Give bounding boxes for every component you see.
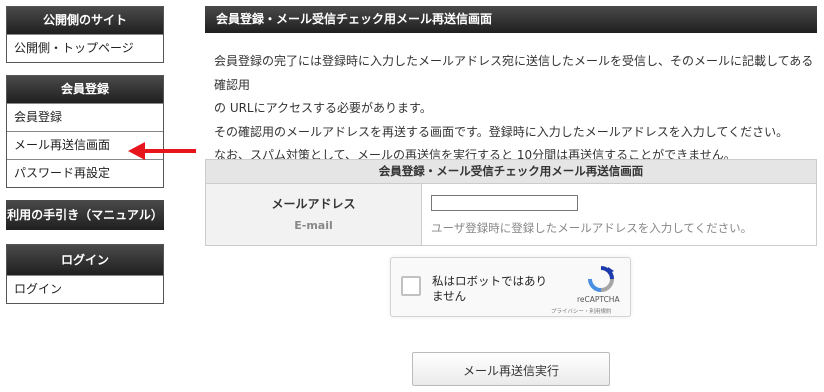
recaptcha-brand: reCAPTCHA xyxy=(577,295,620,304)
sidebar-item-public-top[interactable]: 公開側・トップページ xyxy=(7,34,163,62)
description-line: その確認用のメールアドレスを再送する画面です。登録時に入力したメールアドレスを入… xyxy=(214,124,789,139)
email-row: メールアドレス E-mail ユーザ登録時に登録したメールアドレスを入力してくだ… xyxy=(206,184,816,245)
email-field[interactable] xyxy=(431,195,578,211)
description-line: 会員登録の完了には登録時に入力したメールアドレス宛に送信したメールを受信し、その… xyxy=(214,54,814,92)
sidebar-login: ログイン ログイン xyxy=(6,244,164,304)
resend-submit-button[interactable]: メール再送信実行 xyxy=(412,352,610,386)
resend-form: 会員登録・メール受信チェック用メール再送信画面 メールアドレス E-mail ユ… xyxy=(205,159,817,246)
sidebar-heading-member: 会員登録 xyxy=(7,76,163,103)
page: 公開側のサイト 公開側・トップページ 会員登録 会員登録 メール再送信画面 パス… xyxy=(0,0,824,392)
recaptcha-label: 私はロボットではありません xyxy=(432,274,547,303)
email-hint: ユーザ登録時に登録したメールアドレスを入力してください。 xyxy=(431,221,753,235)
sidebar-heading-manual[interactable]: 利用の手引き（マニュアル） xyxy=(6,200,164,230)
sidebar-item-login[interactable]: ログイン xyxy=(7,275,163,303)
sidebar-heading-login: ログイン xyxy=(7,245,163,275)
recaptcha-links[interactable]: プライバシー・利用規約 xyxy=(551,307,611,315)
form-heading: 会員登録・メール受信チェック用メール再送信画面 xyxy=(206,160,816,184)
email-label: メールアドレス xyxy=(271,197,356,211)
recaptcha-widget: 私はロボットではありません reCAPTCHA プライバシー・利用規約 xyxy=(390,257,631,317)
recaptcha-checkbox[interactable] xyxy=(401,276,421,296)
sidebar-member: 会員登録 会員登録 メール再送信画面 パスワード再設定 xyxy=(6,75,164,188)
sidebar-manual[interactable]: 利用の手引き（マニュアル） xyxy=(6,200,164,230)
page-title: 会員登録・メール受信チェック用メール再送信画面 xyxy=(205,6,817,33)
main-content: 会員登録・メール受信チェック用メール再送信画面 会員登録の完了には登録時に入力し… xyxy=(205,6,817,246)
description: 会員登録の完了には登録時に入力したメールアドレス宛に送信したメールを受信し、その… xyxy=(214,50,817,168)
recaptcha-logo-icon xyxy=(588,266,614,292)
sidebar-item-register[interactable]: 会員登録 xyxy=(7,103,163,131)
sidebar-heading-public-site: 公開側のサイト xyxy=(7,7,163,34)
sidebar: 公開側のサイト 公開側・トップページ 会員登録 会員登録 メール再送信画面 パス… xyxy=(6,6,164,316)
email-sublabel: E-mail xyxy=(294,219,333,232)
red-arrow-icon xyxy=(128,142,196,160)
description-line: の URLにアクセスする必要があります。 xyxy=(214,101,432,115)
sidebar-public-site: 公開側のサイト 公開側・トップページ xyxy=(6,6,164,63)
email-label-cell: メールアドレス E-mail xyxy=(206,184,422,245)
email-input-cell: ユーザ登録時に登録したメールアドレスを入力してください。 xyxy=(422,184,752,245)
sidebar-item-password-reset[interactable]: パスワード再設定 xyxy=(7,159,163,187)
